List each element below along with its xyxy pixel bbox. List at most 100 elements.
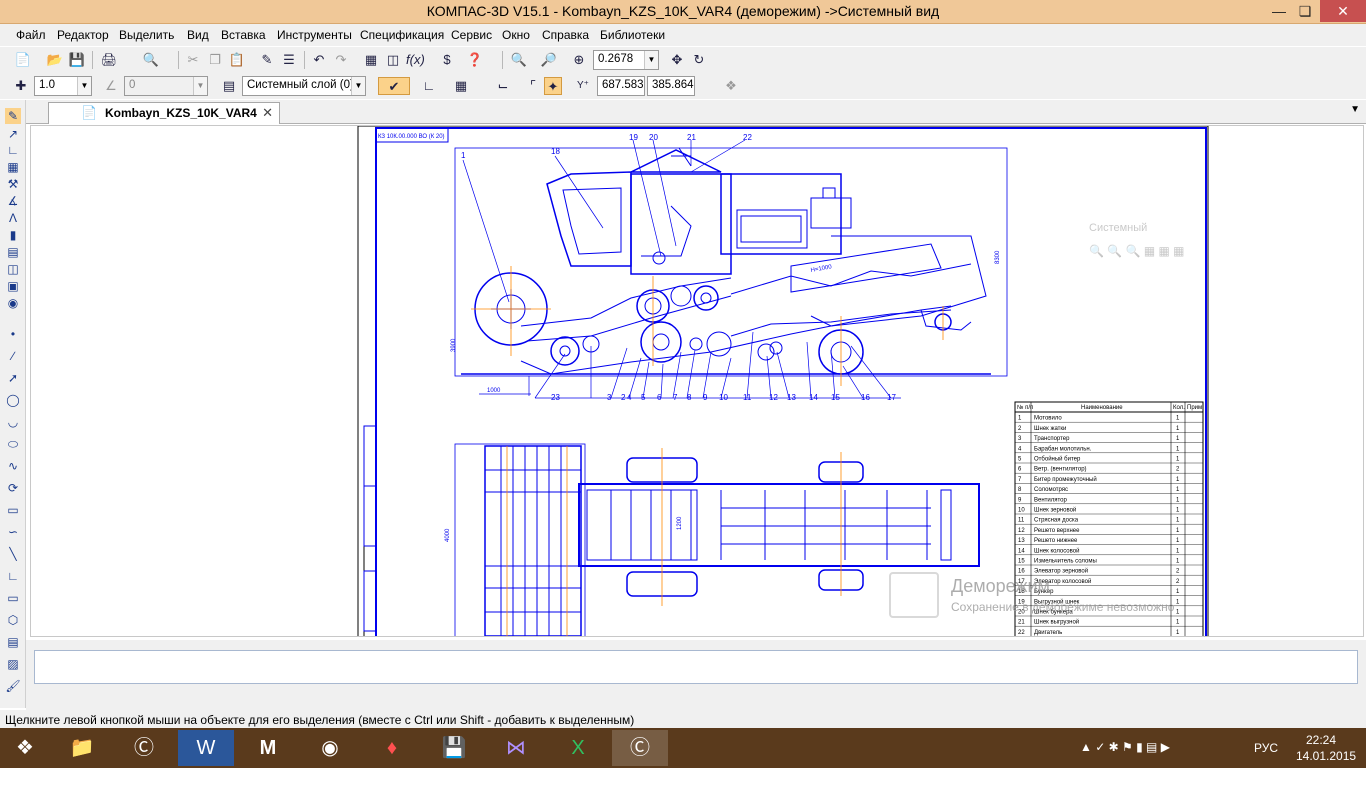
select-icon[interactable]: Λ	[5, 210, 21, 226]
chrome-taskbar-icon[interactable]: ◉	[302, 730, 358, 766]
open-icon[interactable]: 📂	[46, 51, 64, 69]
spec-icon[interactable]: ▮	[5, 227, 21, 243]
pan-icon[interactable]: ✥	[668, 51, 686, 69]
redo-icon[interactable]: ↷	[332, 51, 350, 69]
report-icon[interactable]: ▤	[5, 244, 21, 260]
tabs-dropdown-icon[interactable]: ▼	[1350, 104, 1360, 115]
layer-field[interactable]: Системный слой (0) ▼	[242, 76, 366, 96]
circle-icon[interactable]: ◯	[5, 392, 21, 408]
arc-icon[interactable]: ◡	[5, 414, 21, 430]
parameterization-icon[interactable]: ❖	[722, 77, 740, 95]
rectangle-icon[interactable]: ▭	[5, 590, 21, 606]
spline-icon[interactable]: ∿	[5, 458, 21, 474]
copy-icon[interactable]: ❐	[206, 51, 224, 69]
library-icon[interactable]: ◉	[5, 295, 21, 311]
save-taskbar-icon[interactable]: 💾	[426, 730, 482, 766]
undo-icon[interactable]: ↶	[310, 51, 328, 69]
coordinate-system-icon[interactable]: ⌙	[494, 77, 512, 95]
edit-icon[interactable]: ▦	[5, 159, 21, 175]
point-icon[interactable]: •	[5, 326, 21, 342]
start-button-icon[interactable]: ❖	[0, 730, 50, 766]
coord-y-field[interactable]: 385.864	[647, 76, 695, 96]
kompas-taskbar-icon[interactable]: Ⓒ	[612, 730, 668, 766]
tab-close-icon[interactable]: ✕	[262, 105, 273, 121]
manager-icon[interactable]: ▦	[362, 51, 380, 69]
segment-icon[interactable]: ➚	[5, 370, 21, 386]
chamfer-icon[interactable]: ∟	[5, 568, 21, 584]
excel-taskbar-icon[interactable]: X	[550, 730, 606, 766]
zoom-all-icon[interactable]: 🔎	[540, 51, 558, 69]
close-button[interactable]: ✕	[1320, 0, 1366, 22]
paint-icon[interactable]: 🖌	[5, 678, 21, 694]
cut-icon[interactable]: ✂	[184, 51, 202, 69]
menu-insert[interactable]: Вставка	[221, 28, 266, 42]
ellipse-icon[interactable]: ⬭	[5, 436, 21, 452]
spec-row-num: 21	[1018, 620, 1025, 626]
style-icon[interactable]: ✔	[378, 77, 410, 95]
menu-view[interactable]: Вид	[187, 28, 209, 42]
explorer-taskbar-icon[interactable]: 📁	[54, 730, 110, 766]
tray-icons[interactable]: ▲ ✓ ✱ ⚑ ▮ ▤ ▶	[1080, 740, 1170, 780]
restore-button[interactable]: ❏	[1290, 0, 1320, 22]
command-prompt-field[interactable]	[34, 650, 1358, 684]
drawing-canvas[interactable]: 1 Мотовило 1 2 Шнек жатки 1 3 Транспортер 1 4 Бара…	[30, 125, 1364, 637]
print-icon[interactable]: 🖨	[100, 51, 118, 69]
menu-file[interactable]: Файл	[16, 28, 46, 42]
new-document-icon[interactable]: 📄	[14, 51, 32, 69]
mathcad-taskbar-icon[interactable]: M	[240, 730, 296, 766]
fillet-icon[interactable]: ╲	[5, 546, 21, 562]
help-icon[interactable]: ❓	[466, 51, 484, 69]
contour-icon[interactable]: ▭	[5, 502, 21, 518]
tree-icon[interactable]: ◫	[384, 51, 402, 69]
fragment-icon[interactable]: ◫	[5, 261, 21, 277]
polyline-icon[interactable]: ⟳	[5, 480, 21, 496]
word-taskbar-icon[interactable]: W	[178, 730, 234, 766]
views-icon[interactable]: ▣	[5, 278, 21, 294]
local-cs-icon[interactable]: ⌜	[524, 77, 542, 95]
zoom-window-icon[interactable]: 🔍	[510, 51, 528, 69]
menu-libraries[interactable]: Библиотеки	[600, 28, 665, 42]
zoom-field[interactable]: 0.2678 ▼	[593, 50, 659, 70]
geometry-icon[interactable]: ✎	[5, 108, 21, 124]
menu-tools[interactable]: Инструменты	[277, 28, 352, 42]
view-zoom-icons[interactable]: 🔍 🔍 🔍 ▦ ▦ ▦	[1089, 244, 1185, 258]
list-icon[interactable]: ☰	[280, 51, 298, 69]
designations-icon[interactable]: ∟	[5, 142, 21, 158]
tray-date[interactable]: 14.01.2015	[1296, 749, 1356, 789]
bezier-icon[interactable]: ∽	[5, 524, 21, 540]
menu-editor[interactable]: Редактор	[57, 28, 109, 42]
angle-field[interactable]: 0 ▼	[124, 76, 208, 96]
zoom-icon[interactable]: ⊕	[570, 51, 588, 69]
step-field[interactable]: 1.0 ▼	[34, 76, 92, 96]
hatch-icon[interactable]: ▤	[5, 634, 21, 650]
fill-icon[interactable]: ▨	[5, 656, 21, 672]
properties-icon[interactable]: ✎	[258, 51, 276, 69]
auxiliary-line-icon[interactable]: ∕	[5, 348, 21, 364]
kompas-launcher-icon[interactable]: Ⓒ	[116, 730, 172, 766]
view-combo[interactable]: Системный	[1089, 222, 1147, 234]
save-icon[interactable]: 💾	[68, 51, 86, 69]
menu-service[interactable]: Сервис	[451, 28, 492, 42]
visual-studio-taskbar-icon[interactable]: ⋈	[488, 730, 544, 766]
parametrization-icon[interactable]: ⚒	[5, 176, 21, 192]
variables-icon[interactable]: $	[438, 51, 456, 69]
snap-icon[interactable]: ✦	[544, 77, 562, 95]
dimensions-icon[interactable]: ↗	[5, 126, 21, 142]
menu-help[interactable]: Справка	[542, 28, 589, 42]
polygon-icon[interactable]: ⬡	[5, 612, 21, 628]
grid-icon[interactable]: ▦	[452, 77, 470, 95]
acrobat-taskbar-icon[interactable]: ♦	[364, 730, 420, 766]
tray-language[interactable]: РУС	[1254, 741, 1278, 781]
view-toolbar-ghost[interactable]: Системный 🔍 🔍 🔍 ▦ ▦ ▦	[1089, 222, 1209, 262]
preview-icon[interactable]: 🔍	[142, 51, 160, 69]
menu-window[interactable]: Окно	[502, 28, 530, 42]
menu-select[interactable]: Выделить	[119, 28, 174, 42]
menu-specification[interactable]: Спецификация	[360, 28, 444, 42]
paste-icon[interactable]: 📋	[228, 51, 246, 69]
orthogonal-icon[interactable]: ∟	[420, 77, 438, 95]
function-icon[interactable]: f(x)	[406, 51, 425, 69]
tab-document[interactable]: 📄 Kombayn_KZS_10K_VAR4 ✕	[48, 102, 280, 124]
measure-icon[interactable]: ∡	[5, 193, 21, 209]
coord-x-field[interactable]: 687.583	[597, 76, 645, 96]
refresh-icon[interactable]: ↻	[690, 51, 708, 69]
